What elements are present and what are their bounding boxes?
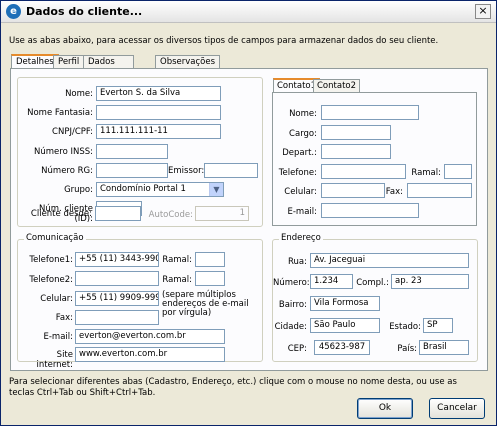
numero-input[interactable]: 1.234 — [310, 274, 353, 289]
ramal1-label: Ramal: — [162, 255, 192, 265]
pais-label: País: — [397, 344, 417, 354]
rg-input[interactable] — [96, 163, 168, 178]
rg-label: Número RG: — [41, 166, 93, 176]
contato-nome-input[interactable] — [321, 105, 419, 120]
cliente-desde-label: Cliente desde: — [30, 209, 92, 219]
client-dialog: e Dados do cliente... × Use as abas abai… — [0, 0, 497, 426]
numero-label: Número: — [273, 278, 310, 288]
email-input[interactable]: everton@everton.com.br — [75, 329, 225, 344]
depart-input[interactable] — [321, 144, 391, 159]
email-label: E-mail: — [43, 332, 73, 342]
cliente-desde-input[interactable] — [95, 206, 141, 221]
nome-label: Nome: — [65, 89, 93, 99]
chevron-down-icon[interactable]: ▼ — [209, 183, 223, 196]
site-input[interactable]: www.everton.com.br — [75, 347, 225, 362]
cep-label: CEP: — [287, 344, 307, 354]
contato-fax-input[interactable] — [407, 183, 472, 198]
close-button[interactable]: × — [475, 4, 491, 19]
inss-input[interactable] — [96, 144, 168, 159]
cep-input[interactable]: 45623-987 — [314, 340, 370, 355]
fantasia-label: Nome Fantasia: — [27, 108, 93, 118]
fax-input[interactable] — [75, 310, 159, 325]
contato-celular-label: Celular: — [284, 187, 317, 197]
fantasia-input[interactable] — [96, 105, 221, 120]
contato-panel: Nome: Cargo: Depart.: Telefone: Ramal: C… — [272, 92, 477, 226]
depart-label: Depart.: — [282, 148, 317, 158]
contato-nome-label: Nome: — [289, 109, 317, 119]
nome-input[interactable]: Everton S. da Silva — [96, 86, 221, 101]
ramal2-label: Ramal: — [162, 275, 192, 285]
bairro-input[interactable]: Vila Formosa — [310, 296, 380, 311]
email-hint: (separe múltiplos endereços de e-mail po… — [162, 290, 249, 318]
tab-dados-bancarios[interactable]: Dados bancários — [83, 55, 135, 80]
celular-label: Celular: — [40, 294, 73, 304]
grupo-label: Grupo: — [64, 185, 93, 195]
title-bar[interactable]: e Dados do cliente... × — [1, 1, 496, 23]
inss-label: Número INSS: — [34, 147, 93, 157]
tab-contato2[interactable]: Contato2 — [313, 79, 361, 93]
tab-observacoes[interactable]: Observações — [155, 55, 221, 69]
intro-text: Use as abas abaixo, para acessar os dive… — [9, 36, 439, 46]
cancel-button[interactable]: Cancelar — [429, 398, 485, 419]
comunicacao-title: Comunicação — [24, 233, 86, 243]
cnpj-label: CNPJ/CPF: — [52, 127, 93, 137]
endereco-title: Endereço — [279, 233, 323, 243]
endereco-group: Endereço Rua: Av. Jaceguai Número: 1.234… — [272, 233, 478, 362]
cnpj-input[interactable]: 111.111.111-11 — [96, 124, 221, 139]
contato-ramal-input[interactable] — [444, 164, 472, 179]
contato-email-input[interactable] — [321, 203, 419, 218]
estado-input[interactable]: SP — [423, 318, 453, 333]
telefone1-label: Telefone1: — [29, 255, 73, 265]
comunicacao-group: Comunicação Telefone1: +55 (11) 3443-990… — [17, 233, 263, 370]
contato-fax-label: Fax: — [385, 187, 403, 197]
tab-detalhes[interactable]: Detalhes — [11, 54, 59, 69]
autocode-label: AutoCode: — [148, 210, 193, 220]
ok-button[interactable]: Ok — [357, 398, 413, 419]
ramal2-input[interactable] — [195, 271, 225, 286]
app-icon: e — [6, 4, 21, 19]
cargo-input[interactable] — [321, 125, 391, 140]
autocode-input: 1 — [195, 206, 249, 221]
compl-input[interactable]: ap. 23 — [391, 274, 469, 289]
tab-perfil[interactable]: Perfil — [53, 55, 85, 69]
rua-input[interactable]: Av. Jaceguai — [310, 253, 469, 268]
footer-note: Para selecionar diferentes abas (Cadastr… — [9, 377, 457, 398]
contato-telefone-label: Telefone: — [278, 168, 317, 178]
cidade-label: Cidade: — [274, 322, 307, 332]
tab-panel-detalhes: Nome: Everton S. da Silva Nome Fantasia:… — [10, 68, 488, 371]
contato-email-label: E-mail: — [287, 207, 317, 217]
grupo-select[interactable]: Condomínio Portal 1 ▼ — [96, 182, 224, 197]
fax-label: Fax: — [55, 313, 73, 323]
compl-label: Compl.: — [356, 278, 389, 288]
emissor-input[interactable] — [204, 163, 258, 178]
site-label: Site internet: — [36, 350, 73, 370]
celular-input[interactable]: +55 (11) 9909-9999 — [75, 291, 159, 306]
ramal1-input[interactable] — [195, 252, 225, 267]
window-title: Dados do cliente... — [26, 5, 143, 18]
estado-label: Estado: — [389, 322, 421, 332]
telefone2-label: Telefone2: — [29, 275, 73, 285]
contato-telefone-input[interactable] — [321, 164, 406, 179]
pais-input[interactable]: Brasil — [419, 340, 469, 355]
emissor-label: Emissor: — [168, 166, 205, 176]
contato-ramal-label: Ramal: — [411, 168, 441, 178]
contato-celular-input[interactable] — [321, 183, 385, 198]
telefone1-input[interactable]: +55 (11) 3443-9909 — [75, 252, 159, 267]
grupo-select-value: Condomínio Portal 1 — [100, 184, 186, 194]
bairro-label: Bairro: — [278, 300, 307, 310]
rua-label: Rua: — [288, 257, 307, 267]
telefone2-input[interactable] — [75, 271, 159, 286]
cargo-label: Cargo: — [289, 129, 317, 139]
cidade-input[interactable]: São Paulo — [310, 318, 380, 333]
details-group: Nome: Everton S. da Silva Nome Fantasia:… — [17, 77, 263, 227]
